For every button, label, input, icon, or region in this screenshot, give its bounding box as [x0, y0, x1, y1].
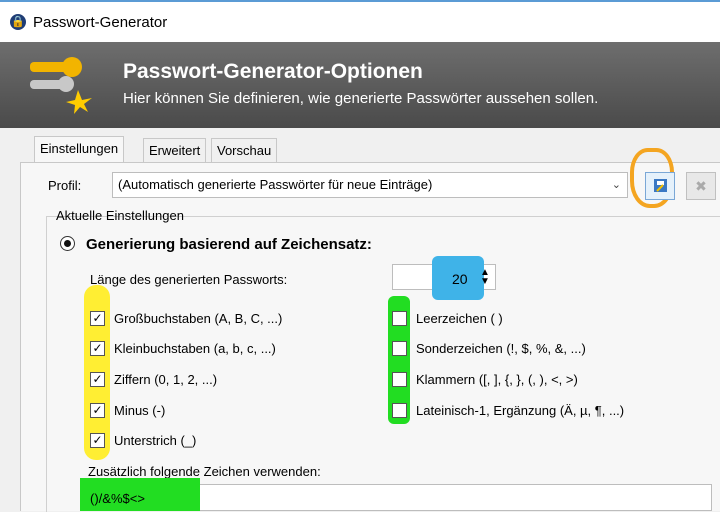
- charset-mode-label: Generierung basierend auf Zeichensatz:: [86, 236, 372, 253]
- uppercase-checkbox[interactable]: ✓: [90, 311, 105, 326]
- tab-vorschau[interactable]: Vorschau: [211, 138, 278, 162]
- lowercase-checkbox[interactable]: ✓: [90, 341, 105, 356]
- extra-chars-value: ()/&%$<>: [90, 491, 145, 506]
- tab-einstellungen[interactable]: Einstellungen: [34, 136, 125, 162]
- special-label: Sonderzeichen (!, $, %, &, ...): [416, 341, 586, 356]
- banner-subtitle: Hier können Sie definieren, wie generier…: [123, 90, 599, 107]
- minus-checkbox[interactable]: ✓: [90, 403, 105, 418]
- length-label: Länge des generierten Passworts:: [90, 272, 288, 287]
- extra-chars-label: Zusätzlich folgende Zeichen verwenden:: [88, 464, 321, 479]
- delete-profile-icon: ✖: [695, 178, 707, 194]
- window-title: Passwort-Generator: [33, 14, 168, 31]
- latin1-checkbox[interactable]: [392, 403, 407, 418]
- digits-checkbox[interactable]: ✓: [90, 372, 105, 387]
- profile-select-value: (Automatisch generierte Passwörter für n…: [118, 177, 433, 192]
- profile-select[interactable]: (Automatisch generierte Passwörter für n…: [112, 172, 628, 198]
- uppercase-label: Großbuchstaben (A, B, C, ...): [114, 311, 283, 326]
- length-value: 20: [452, 271, 468, 287]
- save-profile-icon: [654, 179, 667, 192]
- underscore-checkbox[interactable]: ✓: [90, 433, 105, 448]
- space-checkbox[interactable]: [392, 311, 407, 326]
- brackets-checkbox[interactable]: [392, 372, 407, 387]
- lock-badge-icon: 🔒: [10, 14, 26, 30]
- digits-label: Ziffern (0, 1, 2, ...): [114, 372, 218, 387]
- length-spinner[interactable]: ▲ ▼: [480, 268, 490, 287]
- lowercase-label: Kleinbuchstaben (a, b, c, ...): [114, 341, 276, 356]
- minus-label: Minus (-): [114, 403, 166, 418]
- title-bar: 🔒 Passwort-Generator: [0, 0, 720, 42]
- underscore-label: Unterstrich (_): [114, 433, 197, 448]
- special-checkbox[interactable]: [392, 341, 407, 356]
- brackets-label: Klammern ([, ], {, }, (, ), <, >): [416, 372, 578, 387]
- delete-profile-button[interactable]: ✖: [686, 172, 716, 200]
- chevron-down-icon: ⌄: [611, 179, 621, 191]
- keys-icon: [30, 57, 92, 114]
- latin1-label: Lateinisch-1, Ergänzung (Ä, µ, ¶, ...): [416, 403, 625, 418]
- banner-title: Passwort-Generator-Optionen: [123, 60, 423, 83]
- header-banner: [0, 42, 720, 128]
- space-label: Leerzeichen ( ): [416, 311, 503, 326]
- charset-mode-radio[interactable]: [60, 236, 75, 251]
- save-profile-button[interactable]: [645, 172, 675, 200]
- settings-group-label: Aktuelle Einstellungen: [56, 208, 184, 223]
- tab-erweitert[interactable]: Erweitert: [143, 138, 207, 162]
- profile-label: Profil:: [48, 178, 82, 193]
